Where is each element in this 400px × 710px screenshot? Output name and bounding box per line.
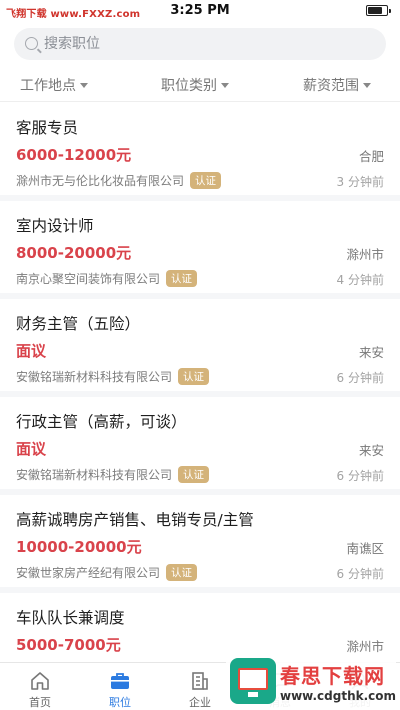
job-company: 安徽铭瑞新材料科技有限公司 认证 [16,368,210,385]
job-salary: 6000-12000元 [16,146,132,164]
company-name: 滁州市无与伦比化妆品有限公司 [16,174,185,188]
verified-badge: 认证 [178,466,210,483]
job-title: 财务主管（五险） [16,315,141,333]
building-icon [192,672,208,690]
job-company: 滁州市无与伦比化妆品有限公司 认证 [16,172,222,189]
job-company: 安徽世家房产经纪有限公司 认证 [16,564,198,581]
verified-badge: 认证 [178,368,210,385]
caret-down-icon [221,82,229,88]
job-city: 来安 [358,345,384,360]
search-icon [25,37,38,50]
job-card[interactable]: 财务主管（五险） 面议 来安 安徽铭瑞新材料科技有限公司 认证 6 分钟前 [0,299,400,397]
job-title: 室内设计师 [16,217,94,235]
verified-badge: 认证 [190,172,222,189]
company-name: 安徽铭瑞新材料科技有限公司 [16,468,173,482]
filter-category[interactable]: 职位类别 [161,75,229,95]
filter-salary-label: 薪资范围 [303,78,359,94]
search-input[interactable] [44,28,374,60]
filter-bar: 工作地点 职位类别 薪资范围 [0,66,400,102]
job-city: 合肥 [358,149,384,164]
verified-badge: 认证 [166,564,198,581]
company-name: 安徽世家房产经纪有限公司 [16,566,161,580]
tab-home[interactable]: 首页 [0,663,80,710]
filter-category-label: 职位类别 [161,78,217,94]
filter-location[interactable]: 工作地点 [20,75,88,95]
job-card[interactable]: 车队队长兼调度 5000-7000元 滁州市 [0,593,400,663]
job-city: 南谯区 [346,541,384,556]
tab-home-label: 首页 [29,696,51,709]
company-name: 安徽铭瑞新材料科技有限公司 [16,370,173,384]
job-salary: 面议 [16,440,47,458]
watermark-url: www.cdgthk.com [280,689,397,703]
filter-salary[interactable]: 薪资范围 [303,75,371,95]
watermark-logo-icon [230,658,276,704]
battery-icon [366,5,391,16]
job-company: 南京心聚空间装饰有限公司 认证 [16,270,198,287]
caret-down-icon [80,82,88,88]
job-card[interactable]: 室内设计师 8000-20000元 滁州市 南京心聚空间装饰有限公司 认证 4 … [0,201,400,299]
job-salary: 5000-7000元 [16,636,121,654]
status-bar: 飞翔下载 www.FXXZ.com 3:25 PM [0,0,400,22]
caret-down-icon [363,82,371,88]
job-posted-time: 6 分钟前 [336,371,384,385]
company-name: 南京心聚空间装饰有限公司 [16,272,161,286]
briefcase-icon [111,673,129,689]
job-list: 客服专员 6000-12000元 合肥 滁州市无与伦比化妆品有限公司 认证 3 … [0,103,400,663]
job-card[interactable]: 高薪诚聘房产销售、电销专员/主管 10000-20000元 南谯区 安徽世家房产… [0,495,400,593]
job-salary: 面议 [16,342,47,360]
job-city: 滁州市 [346,639,384,654]
job-salary: 10000-20000元 [16,538,142,556]
tab-jobs[interactable]: 职位 [80,663,160,710]
job-posted-time: 4 分钟前 [336,273,384,287]
job-salary: 8000-20000元 [16,244,132,262]
status-time: 3:25 PM [170,3,230,18]
job-card[interactable]: 行政主管（高薪，可谈） 面议 来安 安徽铭瑞新材料科技有限公司 认证 6 分钟前 [0,397,400,495]
job-title: 高薪诚聘房产销售、电销专员/主管 [16,511,254,529]
site-watermark: 春思下载网 www.cdgthk.com [226,654,396,710]
filter-location-label: 工作地点 [20,78,76,94]
watermark-title: 春思下载网 [280,664,385,688]
home-icon [31,672,49,690]
job-posted-time: 6 分钟前 [336,469,384,483]
tab-jobs-label: 职位 [109,696,131,709]
job-card[interactable]: 客服专员 6000-12000元 合肥 滁州市无与伦比化妆品有限公司 认证 3 … [0,103,400,201]
job-city: 滁州市 [346,247,384,262]
job-title: 行政主管（高薪，可谈） [16,413,187,431]
verified-badge: 认证 [166,270,198,287]
job-title: 车队队长兼调度 [16,609,125,627]
job-posted-time: 6 分钟前 [336,567,384,581]
job-company: 安徽铭瑞新材料科技有限公司 认证 [16,466,210,483]
search-bar[interactable] [14,28,386,60]
job-city: 来安 [358,443,384,458]
job-posted-time: 3 分钟前 [336,175,384,189]
job-title: 客服专员 [16,119,79,137]
